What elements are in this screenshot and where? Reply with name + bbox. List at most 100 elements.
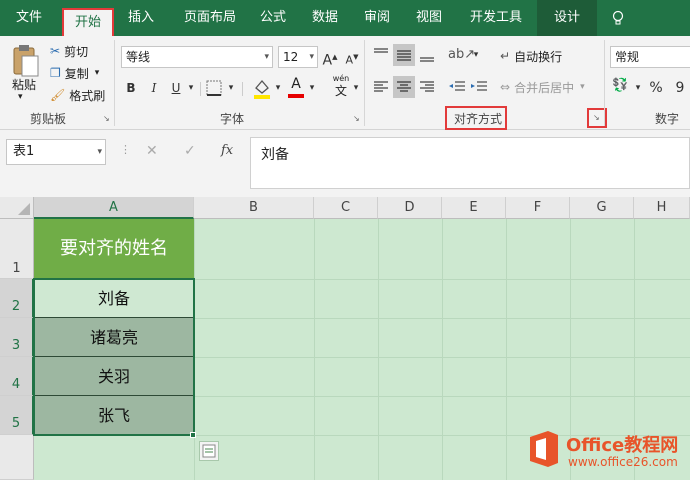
- tab-developer[interactable]: 开发工具: [460, 0, 532, 36]
- divider: [114, 40, 115, 126]
- number-group-label: 数字: [655, 112, 680, 126]
- font-size-select[interactable]: 12 ▾: [278, 46, 318, 68]
- name-box[interactable]: 表1 ▾: [6, 139, 106, 165]
- decrease-font-button[interactable]: A▼: [344, 47, 360, 71]
- cancel-icon[interactable]: ✕: [146, 143, 158, 159]
- phonetic-glyph-icon: 文: [334, 84, 347, 98]
- bold-button[interactable]: B: [122, 78, 140, 98]
- column-header-h[interactable]: H: [634, 197, 690, 219]
- watermark-brand: Office教程网: [566, 435, 679, 456]
- align-left-icon[interactable]: [370, 76, 392, 98]
- font-group-label: 字体: [220, 112, 245, 126]
- worksheet-grid[interactable]: A B C D E F G H 1 2 3 4 5 要对齐的姓名 刘备 诸葛亮 …: [0, 197, 690, 480]
- merge-center-button[interactable]: ⇔ 合并后居中 ▾: [500, 78, 585, 96]
- column-header-b[interactable]: B: [194, 197, 314, 219]
- column-header-f[interactable]: F: [506, 197, 570, 219]
- column-header-e[interactable]: E: [442, 197, 506, 219]
- paste-dropdown-icon[interactable]: ▾: [18, 92, 23, 102]
- column-header-g[interactable]: G: [570, 197, 634, 219]
- wrap-text-icon: ↵: [500, 49, 511, 63]
- phonetic-label: wén: [332, 74, 350, 83]
- tab-file[interactable]: 文件: [6, 0, 52, 36]
- row-header-2[interactable]: 2: [0, 279, 34, 318]
- row-header-4[interactable]: 4: [0, 357, 34, 396]
- paste-icon[interactable]: [10, 44, 42, 80]
- fill-handle[interactable]: [190, 432, 196, 438]
- wrap-text-button[interactable]: ↵ 自动换行: [500, 47, 562, 65]
- tab-view[interactable]: 视图: [406, 0, 452, 36]
- brush-icon: 🖌: [50, 88, 66, 102]
- number-format-select[interactable]: 常规: [610, 46, 690, 68]
- align-center-icon[interactable]: [393, 76, 415, 98]
- column-header-d[interactable]: D: [378, 197, 442, 219]
- accounting-format-icon[interactable]: 💱: [612, 78, 632, 98]
- tab-review[interactable]: 审阅: [354, 0, 400, 36]
- italic-button[interactable]: I: [146, 78, 162, 98]
- format-painter-button[interactable]: 🖌 格式刷: [50, 86, 105, 104]
- fill-color-dropdown-icon[interactable]: ▾: [273, 78, 283, 98]
- tab-insert[interactable]: 插入: [118, 0, 164, 36]
- accounting-dropdown-icon[interactable]: ▾: [633, 78, 643, 98]
- fill-color-icon[interactable]: [252, 78, 272, 100]
- row-header-6[interactable]: [0, 435, 34, 480]
- increase-indent-icon[interactable]: [468, 76, 490, 98]
- column-header-c[interactable]: C: [314, 197, 378, 219]
- align-right-icon[interactable]: [416, 76, 438, 98]
- cut-label: 剪切: [64, 44, 89, 59]
- copy-dropdown-icon[interactable]: ▾: [95, 68, 100, 78]
- format-painter-label: 格式刷: [69, 88, 106, 103]
- align-middle-icon[interactable]: [393, 44, 415, 66]
- percent-button[interactable]: %: [648, 78, 664, 98]
- cell-a1-header[interactable]: 要对齐的姓名: [34, 219, 194, 279]
- tab-page-layout[interactable]: 页面布局: [172, 0, 248, 36]
- column-header-a[interactable]: A: [34, 197, 194, 219]
- row-header-5[interactable]: 5: [0, 396, 34, 435]
- phonetic-guide-button[interactable]: wén 文: [330, 74, 352, 100]
- divider: [364, 40, 365, 126]
- increase-font-button[interactable]: A▲: [322, 47, 338, 71]
- lightbulb-icon[interactable]: [604, 0, 632, 36]
- copy-button[interactable]: ❐ 复制 ▾: [50, 64, 99, 82]
- divider: [604, 40, 605, 126]
- font-color-label: A: [291, 76, 301, 92]
- insert-function-icon[interactable]: fx: [221, 143, 233, 158]
- font-launcher-icon[interactable]: ↘: [353, 114, 360, 123]
- tab-data[interactable]: 数据: [302, 0, 348, 36]
- row-header-1[interactable]: 1: [0, 219, 34, 279]
- select-all-button[interactable]: [0, 197, 34, 219]
- comma-style-button[interactable]: 9: [672, 78, 688, 98]
- alignment-label-highlight: [445, 106, 507, 130]
- row-header-3[interactable]: 3: [0, 318, 34, 357]
- orientation-dropdown-icon[interactable]: ▾: [471, 45, 481, 65]
- office-logo-icon: [526, 429, 562, 469]
- font-name-select[interactable]: 等线 ▾: [121, 46, 273, 68]
- borders-dropdown-icon[interactable]: ▾: [226, 78, 236, 98]
- font-color-button[interactable]: A: [286, 76, 306, 100]
- borders-icon[interactable]: [206, 78, 224, 98]
- cut-button[interactable]: ✂ 剪切: [50, 42, 88, 60]
- tab-design[interactable]: 设计: [537, 0, 597, 36]
- font-color-dropdown-icon[interactable]: ▾: [307, 78, 317, 98]
- align-top-icon[interactable]: [370, 44, 392, 66]
- copy-label: 复制: [64, 66, 89, 81]
- gridline: [378, 219, 379, 480]
- tab-home[interactable]: 开始: [62, 8, 114, 36]
- merge-icon: ⇔: [500, 80, 511, 94]
- chevron-down-icon: ▾: [264, 52, 269, 62]
- quick-analysis-icon[interactable]: [199, 441, 219, 461]
- watermark-url: www.office26.com: [568, 455, 678, 469]
- enter-icon[interactable]: ✓: [184, 143, 196, 159]
- phonetic-dropdown-icon[interactable]: ▾: [352, 78, 360, 98]
- gridline: [314, 219, 315, 480]
- underline-button[interactable]: U: [168, 78, 184, 98]
- tab-formulas[interactable]: 公式: [250, 0, 296, 36]
- merge-dropdown-icon[interactable]: ▾: [580, 82, 585, 92]
- ribbon-tab-bar: 文件 开始 插入 页面布局 公式 数据 审阅 视图 开发工具 设计: [0, 0, 690, 36]
- orientation-icon[interactable]: ab↗: [448, 44, 475, 66]
- paste-button[interactable]: 粘贴: [12, 76, 36, 93]
- formula-input[interactable]: 刘备: [250, 137, 690, 189]
- underline-dropdown-icon[interactable]: ▾: [186, 78, 196, 98]
- decrease-indent-icon[interactable]: [446, 76, 468, 98]
- align-bottom-icon[interactable]: [416, 44, 438, 66]
- clipboard-launcher-icon[interactable]: ↘: [103, 114, 110, 123]
